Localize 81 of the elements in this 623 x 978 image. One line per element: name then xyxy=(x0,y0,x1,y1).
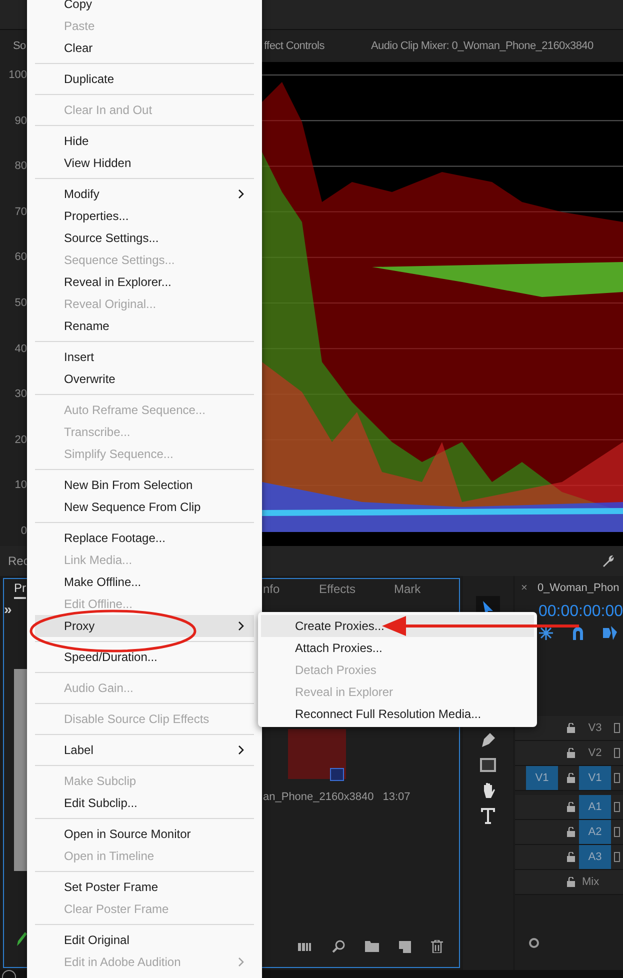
proxy-badge-icon xyxy=(330,768,344,781)
scale-label: 20 xyxy=(14,432,27,447)
lock-icon[interactable] xyxy=(566,802,576,812)
pen-icon[interactable] xyxy=(480,732,496,748)
scale-label: 30 xyxy=(14,387,27,402)
menu-item[interactable]: New Bin From Selection xyxy=(35,474,254,496)
menu-item[interactable]: Attach Proxies... xyxy=(261,637,534,659)
menu-item[interactable]: New Sequence From Clip xyxy=(35,496,254,518)
timecode[interactable]: 00:00:00:00 xyxy=(538,603,623,621)
menu-item[interactable]: Open in Source Monitor xyxy=(35,823,254,845)
menu-item[interactable]: Proxy xyxy=(35,615,254,637)
panel-tab[interactable]: Audio Clip Mixer: 0_Woman_Phone_2160x3840 xyxy=(371,38,594,54)
menu-item[interactable]: Make Offline... xyxy=(35,571,254,593)
menu-item[interactable]: Hide xyxy=(35,130,254,152)
track-target[interactable]: A3 xyxy=(579,845,611,869)
menu-item[interactable]: Source Settings... xyxy=(35,227,254,249)
menu-item[interactable]: Edit Subclip... xyxy=(35,792,254,814)
trash-icon[interactable] xyxy=(431,940,443,953)
scale-label: 10 xyxy=(14,478,27,492)
scale-label: 50 xyxy=(14,296,27,310)
linked-selection-icon[interactable] xyxy=(603,626,617,640)
folder-icon[interactable] xyxy=(365,941,379,952)
menu-item[interactable]: Insert xyxy=(35,346,254,368)
track-label: Mix xyxy=(582,874,600,890)
magnet-icon[interactable] xyxy=(571,626,585,640)
list-view-icon[interactable] xyxy=(298,942,312,952)
lock-icon[interactable] xyxy=(566,773,576,783)
menu-item[interactable]: Reconnect Full Resolution Media... xyxy=(261,703,534,725)
scale-label: 0 xyxy=(20,524,27,538)
menu-item[interactable]: Duplicate xyxy=(35,68,254,90)
scale-label: 40 xyxy=(14,342,27,356)
menu-item[interactable]: Create Proxies... xyxy=(261,615,534,637)
lock-icon[interactable] xyxy=(566,723,576,733)
menu-item[interactable]: Properties... xyxy=(35,205,254,227)
zoom-scroll-handle[interactable] xyxy=(529,938,539,948)
lock-icon[interactable] xyxy=(566,877,576,887)
scale-label: 80 xyxy=(14,159,27,174)
new-item-icon[interactable] xyxy=(399,940,411,952)
track-target[interactable]: A2 xyxy=(579,820,611,844)
close-button[interactable]: × xyxy=(521,580,528,596)
track-toggle-icon[interactable] xyxy=(614,748,620,758)
clip-name: an_Phone_2160x3840 xyxy=(263,790,374,805)
creative-cloud-icon[interactable] xyxy=(2,970,16,978)
search-icon[interactable] xyxy=(332,940,345,953)
source-patch[interactable]: V1 xyxy=(526,766,558,790)
track-toggle-icon[interactable] xyxy=(614,773,620,783)
track-toggle-icon[interactable] xyxy=(614,802,620,812)
panel-tab[interactable]: Effects xyxy=(319,580,356,598)
scale-label: 90 xyxy=(14,114,27,128)
wrench-icon[interactable] xyxy=(601,554,615,568)
menu-item[interactable]: Rename xyxy=(35,315,254,337)
menu-item[interactable]: Edit Original xyxy=(35,929,254,951)
menu-item[interactable]: Clear xyxy=(35,37,254,59)
track-toggle-icon[interactable] xyxy=(614,827,620,837)
scale-label: 70 xyxy=(14,204,27,219)
menu-item[interactable]: Modify xyxy=(35,183,254,205)
rectangle-icon[interactable] xyxy=(480,758,496,772)
nest-icon[interactable] xyxy=(539,626,553,640)
scale-label: 100 xyxy=(8,68,27,82)
lock-icon[interactable] xyxy=(566,852,576,862)
menu-item[interactable]: Replace Footage... xyxy=(35,527,254,549)
menu-item[interactable]: Set Poster Frame xyxy=(35,876,254,898)
lock-icon[interactable] xyxy=(566,827,576,837)
menu-item[interactable]: View Hidden xyxy=(35,152,254,174)
track-toggle-icon[interactable] xyxy=(614,852,620,862)
track-toggle-icon[interactable] xyxy=(614,723,620,733)
menu-item[interactable]: Reveal in Explorer... xyxy=(35,271,254,293)
track-target[interactable]: V1 xyxy=(579,766,611,790)
menu-item[interactable]: Label xyxy=(35,739,254,761)
type-tool-icon[interactable] xyxy=(481,808,495,824)
track-target[interactable]: A1 xyxy=(579,795,611,819)
clip-duration: 13:07 xyxy=(382,790,410,805)
panel-tab[interactable]: nfo xyxy=(263,580,280,598)
panel-tab[interactable]: ffect Controls xyxy=(264,38,324,54)
scale-label: 60 xyxy=(14,250,27,264)
panel-tab[interactable]: So xyxy=(0,38,26,54)
sequence-tab[interactable]: 0_Woman_Phon xyxy=(537,580,620,596)
lock-icon[interactable] xyxy=(566,748,576,758)
menu-item[interactable]: Overwrite xyxy=(35,368,254,390)
menu-item[interactable]: Speed/Duration... xyxy=(35,646,254,668)
panel-tab[interactable]: Mark xyxy=(394,580,421,598)
